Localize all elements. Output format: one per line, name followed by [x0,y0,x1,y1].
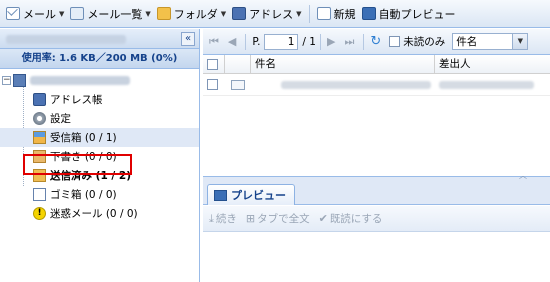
envelope-icon [231,79,245,90]
monitor-icon [361,7,376,20]
sender-redacted [439,80,534,89]
folder-item-spam[interactable]: ! 迷惑メール (0 / 0) [0,204,199,223]
account-name-redacted [6,35,126,44]
trash-icon [33,188,46,201]
chevron-down-icon: ▼ [220,9,227,18]
chevron-down-icon: ▼ [59,9,65,18]
address-menu-label: アドレス [249,7,294,21]
continue-label: 続き [215,213,237,225]
select-all-cell [203,55,225,73]
folder-item-inbox[interactable]: 受信箱 (0 / 1) [0,128,199,147]
collapse-tree-icon[interactable]: − [2,76,11,85]
table-row[interactable] [203,74,550,96]
mark-read-label: 既読にする [329,213,383,225]
page-number-input[interactable]: 1 [264,33,299,50]
folder-item-address-book[interactable]: アドレス帳 [0,90,199,109]
folder-label: 迷惑メール (0 / 0) [50,208,138,220]
account-root-node[interactable]: − [0,71,199,90]
pager-divider [319,33,321,50]
row-subject-cell [251,80,435,89]
open-in-tab-button[interactable]: ⊞ タブで全文 [246,211,310,226]
tab-preview-label: プレビュー [231,189,286,202]
folder-icon [156,7,171,20]
new-mail-icon [316,7,331,20]
main-toolbar: メール ▼ メール一覧 ▼ フォルダ ▼ アドレス ▼ 新規 自動プレビュー [0,0,550,28]
folder-panel: « 使用率: 1.6 KB／200 MB (0%) − アドレス帳 設定 受信箱… [0,29,200,282]
last-page-button[interactable]: ⏭ [344,35,354,49]
monitor-icon [214,189,227,201]
folder-menu-button[interactable]: フォルダ ▼ [154,3,229,25]
chevron-down-icon: ▼ [296,9,302,18]
page-label: P. [252,35,261,48]
icon-column-header [225,55,251,73]
unread-only-checkbox[interactable] [389,36,401,47]
address-menu-button[interactable]: アドレス ▼ [229,3,304,25]
folder-label: 設定 [50,113,71,125]
inbox-icon [33,131,46,144]
row-icon-cell [225,79,251,90]
toolbar-divider [308,4,310,23]
prev-page-button[interactable]: ◀ [228,35,236,48]
folder-menu-label: フォルダ [173,7,218,21]
account-icon [13,74,26,87]
folder-tree: − アドレス帳 設定 受信箱 (0 / 1) 下書き (0 / 0) 送信済み … [0,69,199,223]
new-mail-button[interactable]: 新規 [314,3,359,25]
row-checkbox-cell [203,79,225,90]
continue-button[interactable]: ⤓ 続き [209,211,237,226]
checkmark-icon: ✔ [318,212,328,225]
row-checkbox[interactable] [207,79,218,90]
usage-indicator: 使用率: 1.6 KB／200 MB (0%) [0,49,199,69]
refresh-icon[interactable]: ↻ [370,34,381,49]
next-page-button[interactable]: ▶ [327,35,335,48]
preview-toolbar: ⤓ 続き ⊞ タブで全文 ✔ 既読にする [203,206,550,232]
tab-preview[interactable]: プレビュー [207,184,295,205]
download-icon: ⤓ [209,211,214,225]
subject-redacted [281,80,431,89]
spam-icon: ! [33,207,46,220]
select-all-checkbox[interactable] [206,58,218,70]
chevron-down-icon[interactable]: ▼ [512,34,528,49]
folder-item-trash[interactable]: ゴミ箱 (0 / 0) [0,185,199,204]
row-from-cell [435,80,550,89]
address-book-icon [33,93,46,106]
folder-panel-header: « [0,29,199,49]
mail-menu-label: メール [23,7,56,21]
open-in-tab-label: タブで全文 [257,213,310,225]
mark-read-button[interactable]: ✔ 既読にする [319,211,383,226]
mail-icon [6,7,20,20]
pager-divider [363,33,365,50]
folder-label: ゴミ箱 (0 / 0) [50,189,117,201]
from-column-header[interactable]: 差出人 [435,55,550,73]
account-label-redacted [30,76,130,85]
auto-preview-button[interactable]: 自動プレビュー [359,3,459,25]
mail-list-menu-label: メール一覧 [87,7,143,21]
folder-label: アドレス帳 [50,94,103,106]
auto-preview-label: 自動プレビュー [378,7,456,21]
mail-list-menu-button[interactable]: メール一覧 ▼ [67,3,153,25]
inbox-highlight-outline [23,154,132,175]
subject-column-header[interactable]: 件名 [251,55,435,73]
mail-list-icon [70,7,85,20]
page-total: / 1 [302,35,316,48]
collapse-panel-button[interactable]: « [181,32,195,46]
first-page-button[interactable]: ⏮ [209,35,219,49]
new-mail-label: 新規 [333,7,356,21]
gear-icon [33,112,46,125]
paging-toolbar: ⏮ ◀ P. 1 / 1 ▶ ⏭ ↻ 未読のみ 件名 ▼ [203,29,550,55]
preview-tab-strip: プレビュー [203,181,550,205]
new-tab-icon: ⊞ [245,212,256,225]
folder-label: 受信箱 (0 / 1) [50,132,117,144]
folder-item-settings[interactable]: 設定 [0,109,199,128]
mail-list-pane: ⏮ ◀ P. 1 / 1 ▶ ⏭ ↻ 未読のみ 件名 ▼ 件名 差出人 ︿ プレ… [203,29,550,282]
pager-divider [245,33,247,50]
mail-grid-header: 件名 差出人 [203,55,550,74]
chevron-down-icon: ▼ [145,9,151,18]
address-book-icon [232,7,247,20]
mail-menu-button[interactable]: メール ▼ [3,3,67,25]
sort-select[interactable]: 件名 ▼ [452,33,529,50]
sort-select-value: 件名 [456,36,478,48]
unread-only-label: 未読のみ [403,36,446,48]
